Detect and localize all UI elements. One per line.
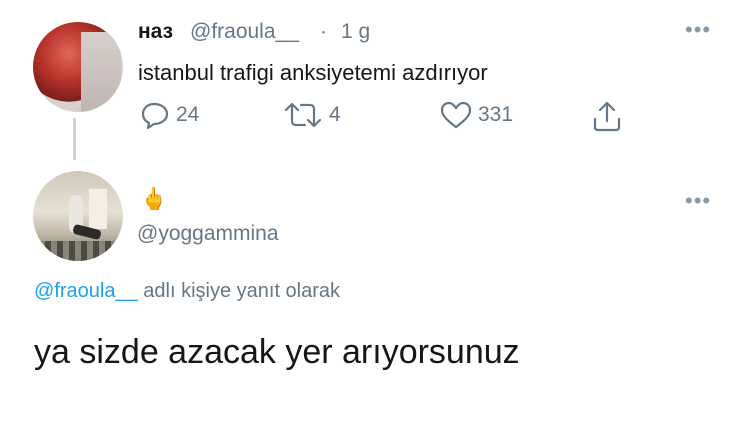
retweet-count: 4	[329, 103, 341, 126]
like-button[interactable]: 331	[440, 101, 513, 129]
replying-to-line: @fraoula__ adlı kişiye yanıt olarak	[34, 280, 340, 303]
reply-icon	[140, 101, 170, 129]
replying-to-mention[interactable]: @fraoula__	[34, 280, 138, 302]
share-button[interactable]	[590, 99, 624, 133]
avatar-fraoula[interactable]	[33, 22, 123, 112]
reply-count: 24	[176, 103, 200, 126]
parent-more-icon[interactable]: •••	[685, 17, 711, 43]
reply-button[interactable]: 24	[140, 101, 199, 129]
share-icon	[590, 99, 624, 133]
reply-more-icon[interactable]: •••	[685, 188, 711, 214]
reply-display-name[interactable]: 🖕	[140, 186, 167, 212]
reply-handle[interactable]: @yoggammina	[137, 222, 279, 246]
heart-icon	[440, 101, 472, 129]
like-count: 331	[478, 103, 514, 126]
retweet-icon	[283, 101, 323, 129]
parent-tweet-text: istanbul trafigi anksiyetemi azdırıyor	[138, 60, 488, 85]
parent-display-name[interactable]: наз	[138, 20, 173, 44]
reply-tweet-text: ya sizde azacak yer arıyorsunuz	[34, 333, 520, 371]
avatar-yoggammina[interactable]	[33, 171, 123, 261]
parent-timestamp[interactable]: 1 g	[341, 20, 370, 44]
parent-separator: ·	[320, 20, 327, 43]
retweet-button[interactable]: 4	[283, 101, 341, 129]
parent-handle[interactable]: @fraoula__	[190, 20, 299, 44]
thread-connector	[73, 118, 76, 160]
replying-to-label: adlı kişiye yanıt olarak	[143, 280, 341, 302]
